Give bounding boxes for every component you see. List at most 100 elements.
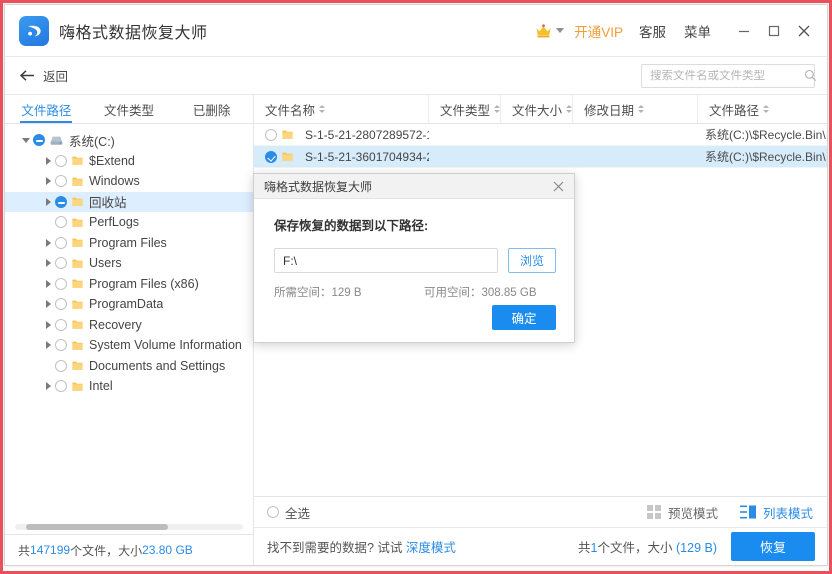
tree-checkbox[interactable] [55, 175, 67, 188]
tree-item-recovery[interactable]: Recovery [5, 315, 253, 336]
tab-deleted[interactable]: 已删除 [170, 95, 253, 123]
select-all-checkbox[interactable]: 全选 [267, 503, 310, 522]
open-vip-link[interactable]: 开通VIP [574, 21, 623, 41]
left-panel: 文件路径 文件类型 已删除 系统(C:) $Extend Windows 回收站 Per… [5, 95, 254, 565]
tree-checkbox[interactable] [55, 195, 67, 208]
tree-checkbox[interactable] [55, 216, 67, 229]
chevron-right-icon[interactable] [41, 320, 55, 329]
view-options-bar: 全选 预览模式 列表模式 [254, 497, 827, 528]
tree-item-programdata[interactable]: ProgramData [5, 294, 253, 315]
list-mode-button[interactable]: 列表模式 [739, 503, 813, 522]
row-checkbox[interactable] [265, 150, 277, 163]
tree-item-label: Intel [89, 379, 113, 394]
confirm-button[interactable]: 确定 [492, 305, 556, 330]
tree-item-documents-and-settings[interactable]: Documents and Settings [5, 356, 253, 377]
maximize-button[interactable] [759, 16, 789, 46]
tree-checkbox[interactable] [55, 298, 67, 311]
vip-crown-button[interactable] [535, 23, 565, 38]
column-header-file-name[interactable]: 文件名称 [254, 95, 429, 123]
scrollbar-track[interactable] [15, 524, 243, 530]
tab-file-type[interactable]: 文件类型 [88, 95, 171, 123]
chevron-right-icon[interactable] [41, 238, 55, 247]
row-checkbox[interactable] [265, 128, 277, 141]
toolbar: 返回 [5, 57, 827, 95]
tree-checkbox[interactable] [55, 154, 67, 167]
title-bar: 嗨格式数据恢复大师 开通VIP 客服 菜单 [5, 5, 827, 57]
tree-item-intel[interactable]: Intel [5, 376, 253, 397]
chevron-right-icon[interactable] [41, 197, 55, 206]
preview-mode-button[interactable]: 预览模式 [646, 503, 718, 522]
file-name-label: S-1-5-21-3601704934-2... [305, 149, 429, 164]
browse-button[interactable]: 浏览 [508, 248, 556, 273]
dialog-close-button[interactable] [548, 176, 568, 196]
file-path-label: 系统(C:)\$Recycle.Bin\ [705, 149, 826, 164]
minimize-button[interactable] [729, 16, 759, 46]
sort-icon[interactable] [763, 105, 770, 113]
column-header-file-type[interactable]: 文件类型 [429, 95, 502, 123]
save-path-input[interactable] [274, 248, 498, 273]
tree-checkbox[interactable] [55, 277, 67, 290]
chevron-right-icon[interactable] [41, 300, 55, 309]
grid-view-icon [646, 505, 661, 519]
menu-button[interactable]: 菜单 [684, 21, 711, 41]
cell-file-path: 系统(C:)\$Recycle.Bin\ [694, 126, 827, 144]
left-status-bar: 共 147199 个文件，大小 23.80 GB [5, 534, 253, 565]
sort-icon[interactable] [319, 105, 326, 113]
chevron-right-icon[interactable] [41, 341, 55, 350]
left-status-count: 147199 [30, 543, 71, 557]
customer-support-button[interactable]: 客服 [639, 21, 666, 41]
chevron-right-icon[interactable] [41, 259, 55, 268]
tree-horizontal-scrollbar[interactable] [5, 522, 253, 534]
tree-item-extend[interactable]: $Extend [5, 151, 253, 172]
tree-checkbox[interactable] [55, 359, 67, 372]
back-button[interactable]: 返回 [19, 66, 68, 85]
search-box[interactable] [641, 63, 816, 88]
table-row[interactable]: S-1-5-21-2807289572-1... 系统(C:)\$Recycle.… [254, 124, 827, 146]
tree-checkbox[interactable] [55, 236, 67, 249]
folder-tree[interactable]: 系统(C:) $Extend Windows 回收站 PerfLogs Program F… [5, 124, 253, 522]
tree-item-label: Program Files (x86) [89, 276, 199, 291]
chevron-right-icon[interactable] [41, 156, 55, 165]
search-input[interactable] [650, 69, 804, 82]
action-bar: 找不到需要的数据? 试试 深度模式 共1个文件，大小 (129 B) 恢复 [254, 528, 827, 565]
needed-space-label: 所需空间：129 B [274, 287, 362, 299]
tree-item-system-volume-information[interactable]: System Volume Information [5, 335, 253, 356]
tree-item-[interactable]: 回收站 [5, 191, 253, 212]
chevron-down-icon[interactable] [19, 137, 33, 143]
column-header-file-size[interactable]: 文件大小 [501, 95, 574, 123]
column-header-modified-date[interactable]: 修改日期 [573, 95, 699, 123]
tree-item-label: Documents and Settings [89, 358, 226, 373]
tree-checkbox[interactable] [55, 318, 67, 331]
tree-checkbox[interactable] [55, 380, 67, 393]
folder-icon [282, 129, 293, 140]
tree-checkbox[interactable] [33, 134, 45, 147]
cell-file-name[interactable]: S-1-5-21-3601704934-2... [254, 150, 429, 164]
dialog-space-info: 所需空间：129 B 可用空间：308.85 GB [274, 284, 556, 300]
sort-icon[interactable] [566, 105, 573, 113]
tree-item-c[interactable]: 系统(C:) [5, 130, 253, 151]
tree-item-label: System Volume Information [89, 338, 242, 353]
folder-icon [72, 237, 83, 248]
folder-icon [72, 299, 83, 310]
chevron-right-icon[interactable] [41, 279, 55, 288]
sort-icon[interactable] [638, 105, 645, 113]
scrollbar-thumb[interactable] [26, 524, 168, 530]
cell-file-name[interactable]: S-1-5-21-2807289572-1... [254, 128, 429, 142]
tree-item-program-files[interactable]: Program Files [5, 233, 253, 254]
column-header-file-path[interactable]: 文件路径 [698, 95, 827, 123]
table-row[interactable]: S-1-5-21-3601704934-2... 系统(C:)\$Recycle.… [254, 146, 827, 168]
tree-item-windows[interactable]: Windows [5, 171, 253, 192]
tree-item-perflogs[interactable]: PerfLogs [5, 212, 253, 233]
column-header-modified-date-label: 修改日期 [584, 103, 635, 118]
tab-file-path[interactable]: 文件路径 [5, 95, 88, 123]
tree-checkbox[interactable] [55, 339, 67, 352]
tree-item-users[interactable]: Users [5, 253, 253, 274]
sort-icon[interactable] [494, 105, 501, 113]
tree-checkbox[interactable] [55, 257, 67, 270]
deep-mode-link[interactable]: 深度模式 [406, 541, 456, 555]
tree-item-program-files-x86[interactable]: Program Files (x86) [5, 274, 253, 295]
recover-button[interactable]: 恢复 [731, 532, 815, 561]
close-button[interactable] [789, 16, 819, 46]
chevron-right-icon[interactable] [41, 177, 55, 186]
chevron-right-icon[interactable] [41, 382, 55, 391]
